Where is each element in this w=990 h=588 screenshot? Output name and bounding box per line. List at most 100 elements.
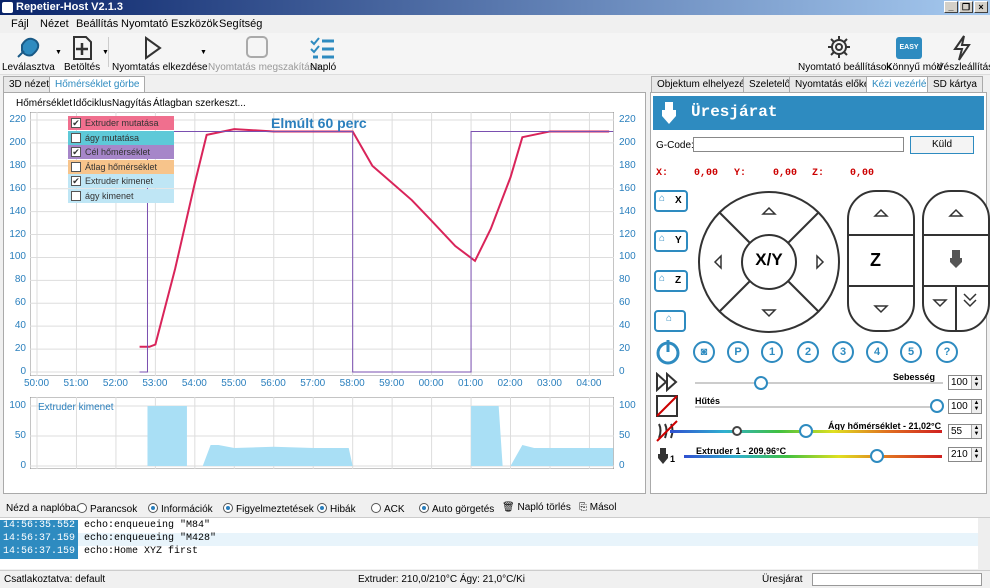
legend-label: Extruder mutatása <box>85 118 159 128</box>
chart-title: Elmúlt 60 perc <box>271 115 367 131</box>
filter-commands[interactable]: Parancsok <box>77 503 137 515</box>
bed-temperature-input[interactable]: 55 ▲ ▼ <box>948 424 982 439</box>
chart-menu-timeframe[interactable]: Időciklus <box>73 98 112 109</box>
y-tick-label: 160 <box>619 182 636 194</box>
xy-home-label[interactable]: X/Y <box>742 250 796 270</box>
record-button[interactable]: ◙ <box>693 341 715 363</box>
tab-sd-card[interactable]: SD kártya <box>927 76 983 93</box>
x-tick-label: 02:00 <box>497 378 523 389</box>
power-icon[interactable] <box>654 338 682 366</box>
menu-file[interactable]: Fájl <box>11 18 29 30</box>
legend-label: Extruder kimenet <box>85 176 154 186</box>
legend-checkbox[interactable] <box>71 161 81 172</box>
preset-4-button[interactable]: 4 <box>866 341 888 363</box>
y-tick-label: 20 <box>619 343 631 355</box>
y-tick-label: 0 <box>619 366 625 377</box>
legend-checkbox[interactable]: ✔ <box>71 147 81 157</box>
legend-item[interactable]: ✔ Cél hőmérséklet <box>68 145 174 159</box>
output-y-tick-label: 0 <box>20 460 26 471</box>
legend-item[interactable]: Átlag hőmérséklet <box>68 159 174 174</box>
auto-scroll-toggle[interactable]: Auto görgetés <box>419 503 494 515</box>
y-tick-label: 40 <box>14 320 26 332</box>
y-tick-label: 120 <box>619 228 636 240</box>
extruder-jog-pad[interactable] <box>922 190 990 332</box>
help-button[interactable]: ? <box>936 341 958 363</box>
legend-checkbox[interactable]: ✔ <box>71 176 81 186</box>
copy-log-button[interactable]: ⎘ Másol <box>579 502 616 513</box>
legend-checkbox[interactable] <box>71 190 81 201</box>
bed-target-thumb[interactable] <box>799 424 813 438</box>
extruder-output-chart <box>30 397 614 469</box>
toolbar-divider <box>108 37 109 67</box>
menu-help[interactable]: Segítség <box>219 18 262 30</box>
x-tick-label: 00:00 <box>418 378 444 389</box>
app-icon <box>2 2 13 13</box>
preset-5-button[interactable]: 5 <box>900 341 922 363</box>
log-row: 14:56:37.159 echo:Home XYZ first <box>0 546 990 559</box>
fan-input[interactable]: 100 ▲ ▼ <box>948 399 982 414</box>
trash-icon: 🗑 <box>502 502 515 513</box>
x-tick-label: 50:00 <box>24 378 50 389</box>
filter-errors[interactable]: Hibák <box>317 503 356 515</box>
fast-forward-icon <box>656 372 678 392</box>
speed-input[interactable]: 100 ▲ ▼ <box>948 375 982 390</box>
x-coordinate: 0,00 <box>694 168 719 179</box>
home-all-button[interactable]: ⌂ <box>654 310 686 332</box>
menu-view[interactable]: Nézet <box>40 18 69 30</box>
extruder-temperature-slider[interactable] <box>684 455 942 458</box>
filter-warnings[interactable]: Figyelmeztetések <box>223 503 314 515</box>
disconnect-dropdown-icon[interactable]: ▼ <box>55 49 62 56</box>
legend-label: Cél hőmérséklet <box>85 147 151 157</box>
print-dropdown-icon[interactable]: ▼ <box>200 49 207 56</box>
chart-menu-zoom[interactable]: Nagyítás <box>112 98 151 109</box>
speed-slider-thumb[interactable] <box>754 376 768 390</box>
tab-3d-view[interactable]: 3D nézet <box>3 76 56 93</box>
fan-slider[interactable] <box>695 406 943 408</box>
preset-3-button[interactable]: 3 <box>832 341 854 363</box>
minimize-button[interactable]: _ <box>944 1 958 13</box>
preset-1-button[interactable]: 1 <box>761 341 783 363</box>
legend-item[interactable]: ✔ Extruder mutatása <box>68 116 174 130</box>
menu-tools[interactable]: Eszközök <box>171 18 218 30</box>
send-button[interactable]: Küld <box>910 136 974 154</box>
extruder-temperature-input[interactable]: 210 ▲ ▼ <box>948 447 982 462</box>
gcode-input[interactable] <box>693 137 904 152</box>
legend-item[interactable]: ágy kimenet <box>68 188 174 203</box>
chart-menu-temperature[interactable]: Hőmérséklet <box>16 98 72 109</box>
log-filter-bar: Nézd a naplóba: Parancsok Információk Fi… <box>0 499 990 517</box>
y-tick-label: 140 <box>619 205 636 217</box>
add-file-icon <box>73 36 92 60</box>
log-row: 14:56:37.159 echo:enqueueing "M428" <box>0 533 990 546</box>
legend-item[interactable]: ✔ Extruder kimenet <box>68 174 174 188</box>
park-button[interactable]: P <box>727 341 749 363</box>
x-tick-label: 57:00 <box>300 378 326 389</box>
bed-current-marker <box>732 426 742 436</box>
home-x-button[interactable]: ⌂ X <box>654 190 688 212</box>
filter-info[interactable]: Információk <box>148 503 213 515</box>
x-tick-label: 51:00 <box>63 378 89 389</box>
speed-slider[interactable] <box>695 382 943 384</box>
fan-slider-thumb[interactable] <box>930 399 944 413</box>
fan-off-icon[interactable] <box>656 395 678 417</box>
restore-button[interactable]: ❐ <box>959 1 973 13</box>
close-button[interactable]: × <box>974 1 988 13</box>
home-icon: ⌂ <box>659 193 666 204</box>
legend-item[interactable]: ágy mutatása <box>68 130 174 145</box>
menu-printer[interactable]: Nyomtató <box>121 18 168 30</box>
tab-temperature-curve[interactable]: Hőmérséklet görbe <box>49 76 146 93</box>
log-area[interactable]: 14:56:35.552 echo:enqueueing "M84" 14:56:… <box>0 517 990 570</box>
extruder-target-thumb[interactable] <box>870 449 884 463</box>
legend-checkbox[interactable] <box>71 132 81 143</box>
clear-log-button[interactable]: 🗑 Napló törlés <box>502 502 571 513</box>
home-z-button[interactable]: ⌂ Z <box>654 270 688 292</box>
printer-state: Üresjárat <box>762 574 803 585</box>
preset-2-button[interactable]: 2 <box>797 341 819 363</box>
x-tick-label: 53:00 <box>142 378 168 389</box>
log-scrollbar[interactable] <box>978 518 990 570</box>
z-jog-pad[interactable] <box>847 190 915 332</box>
home-y-button[interactable]: ⌂ Y <box>654 230 688 252</box>
chart-menu-average[interactable]: Átlagban szerkeszt... <box>153 98 246 109</box>
legend-checkbox[interactable]: ✔ <box>71 118 81 128</box>
filter-ack[interactable]: ACK <box>371 503 405 515</box>
menu-config[interactable]: Beállítás <box>76 18 118 30</box>
